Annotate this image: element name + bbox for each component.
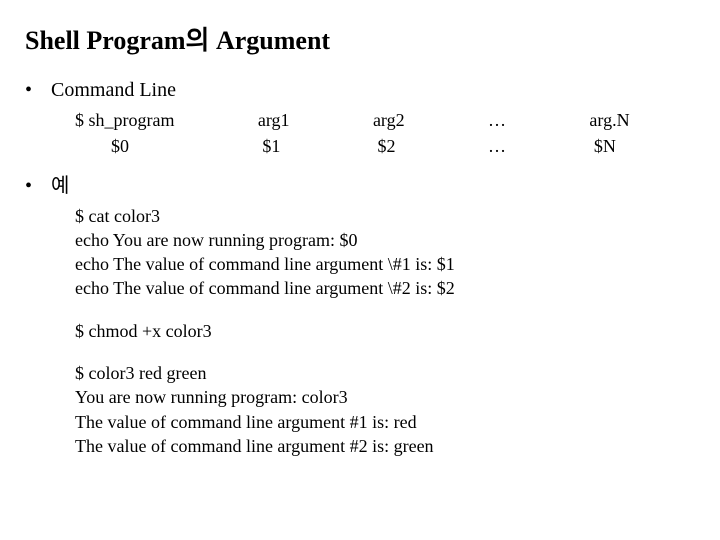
slide-title: Shell Program의 Argument <box>25 20 695 57</box>
section-example: • 예 <box>25 169 695 198</box>
arg-cell: $2 <box>373 134 470 158</box>
arg-cell: … <box>488 134 571 158</box>
code-line: $ cat color3 <box>75 204 695 228</box>
arg-table: $ sh_program arg1 arg2 … arg.N $0 $1 $2 … <box>75 108 695 159</box>
arg-cell: … <box>488 108 571 132</box>
arg-cell: $N <box>589 134 695 158</box>
code-line: echo You are now running program: $0 <box>75 228 695 252</box>
arg-cell: arg2 <box>373 108 470 132</box>
code-line: You are now running program: color3 <box>75 385 695 409</box>
code-line: $ chmod +x color3 <box>75 319 695 343</box>
bullet-icon: • <box>25 175 51 198</box>
command-line-block: $ sh_program arg1 arg2 … arg.N $0 $1 $2 … <box>75 108 695 159</box>
arg-cell: $1 <box>258 134 355 158</box>
section-command-line: • Command Line <box>25 79 695 102</box>
code-line: The value of command line argument #2 is… <box>75 434 695 458</box>
arg-cell: arg1 <box>258 108 355 132</box>
code-line: $ color3 red green <box>75 361 695 385</box>
arg-cell: $ sh_program <box>75 108 240 132</box>
arg-cell: $0 <box>75 134 240 158</box>
code-line: The value of command line argument #1 is… <box>75 410 695 434</box>
example-block: $ cat color3 echo You are now running pr… <box>75 204 695 459</box>
section-label: 예 <box>51 169 69 198</box>
bullet-icon: • <box>25 79 51 102</box>
section-label: Command Line <box>51 79 176 102</box>
code-line: echo The value of command line argument … <box>75 276 695 300</box>
arg-cell: arg.N <box>589 108 695 132</box>
code-line: echo The value of command line argument … <box>75 252 695 276</box>
